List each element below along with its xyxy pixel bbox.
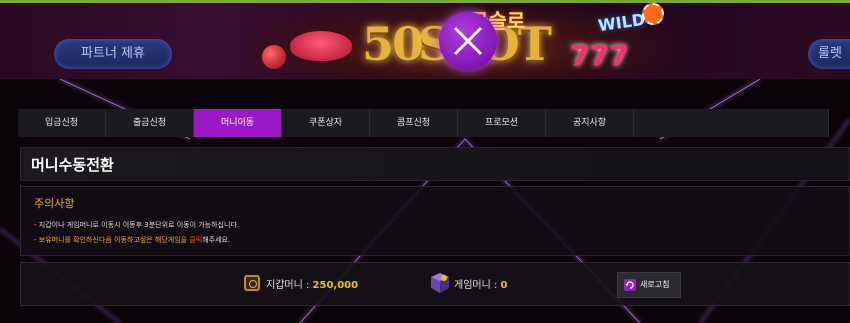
page-title-bar: 머니수동전환 (20, 147, 850, 181)
casino-chip-icon (642, 3, 664, 25)
notice-line-1: - 지갑이나 게임머니로 이동시 이동후 3분단위로 이동이 가능하십니다. (34, 221, 240, 229)
refresh-button-label: 새로고침 (640, 280, 670, 289)
notice-line-2-highlight: 클릭 (189, 236, 203, 244)
close-icon (453, 26, 483, 56)
tab-bar: 입금신청 출금신청 머니이동 쿠폰상자 콤프신청 프로모션 공지사항 (18, 109, 829, 137)
tab-bar-filler (634, 109, 829, 137)
roulette-button[interactable]: 룰렛 (808, 39, 850, 69)
page-title: 머니수동전환 (31, 156, 114, 174)
notice-panel: 주의사항 - 지갑이나 게임머니로 이동시 이동후 3분단위로 이동이 가능하십… (20, 186, 850, 256)
wallet-money: 지갑머니 : 250,000 (266, 276, 358, 291)
cherry-icon (262, 45, 286, 69)
notice-line-2-pre: - 보유머니를 확인하신다음 이동하고싶은 해당게임을 (34, 236, 190, 244)
tab-money-transfer[interactable]: 머니이동 (194, 109, 282, 137)
banner-number: 50 (362, 17, 424, 71)
lips-icon (290, 31, 352, 61)
notice-title: 주의사항 (34, 197, 75, 210)
main-content: 입금신청 출금신청 머니이동 쿠폰상자 콤프신청 프로모션 공지사항 머니수동전… (0, 79, 850, 323)
tab-withdraw[interactable]: 출금신청 (106, 109, 194, 137)
game-money-value: 0 (500, 280, 508, 291)
tab-coupon-box[interactable]: 쿠폰상자 (282, 109, 370, 137)
notice-line-2-post: 해주세요. (202, 236, 231, 244)
tab-comp-request[interactable]: 콤프신청 (370, 109, 458, 137)
banner-sevens-text: 777 (570, 39, 629, 72)
money-bar: 지갑머니 : 250,000 게임머니 : 0 새로고침 (20, 262, 850, 306)
notice-line-2: - 보유머니를 확인하신다음 이동하고싶은 해당게임을 클릭해주세요. (34, 235, 230, 245)
game-money: 게임머니 : 0 (454, 276, 508, 291)
tab-promotion[interactable]: 프로모션 (458, 109, 546, 137)
wallet-money-label: 지갑머니 : (266, 280, 313, 291)
game-money-label: 게임머니 : (454, 280, 501, 291)
wallet-icon (244, 275, 260, 291)
header-banner: 50 SLOT 금슬로 WILD 777 파트너 제휴 룰렛 (0, 3, 850, 79)
partner-button[interactable]: 파트너 제휴 (54, 39, 172, 69)
close-button[interactable] (439, 12, 497, 70)
roulette-button-label: 룰렛 (818, 46, 842, 61)
tab-deposit[interactable]: 입금신청 (18, 109, 106, 137)
wallet-money-value: 250,000 (312, 280, 359, 291)
refresh-button[interactable]: 새로고침 (617, 272, 681, 298)
game-box-icon (431, 273, 449, 293)
tab-notice[interactable]: 공지사항 (546, 109, 634, 137)
refresh-icon (624, 279, 636, 291)
